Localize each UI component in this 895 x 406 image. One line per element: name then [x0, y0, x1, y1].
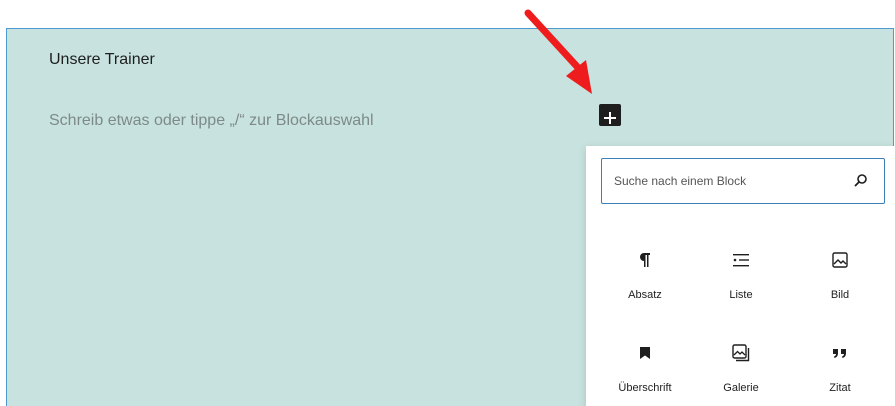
block-label-gallery: Galerie — [723, 382, 759, 394]
block-item-paragraph[interactable]: Absatz — [600, 238, 690, 308]
paragraph-placeholder[interactable]: Schreib etwas oder tippe „/“ zur Blockau… — [49, 112, 374, 130]
gallery-icon — [732, 344, 750, 362]
image-icon — [832, 252, 848, 268]
block-label-list: Liste — [729, 289, 753, 301]
block-item-list[interactable]: Liste — [696, 238, 786, 308]
paragraph-icon — [640, 253, 650, 267]
block-label-image: Bild — [830, 289, 850, 301]
block-inserter-toggle[interactable] — [599, 104, 621, 126]
block-label-quote: Zitat — [829, 382, 851, 394]
quote-icon — [833, 349, 846, 358]
block-item-gallery[interactable]: Galerie — [696, 331, 786, 401]
group-heading[interactable]: Unsere Trainer — [49, 51, 155, 69]
block-label-heading: Überschrift — [618, 382, 672, 394]
block-inserter-panel: Absatz Liste — [586, 146, 895, 406]
block-search-input[interactable] — [614, 159, 844, 202]
block-item-heading[interactable]: Überschrift — [600, 331, 690, 401]
block-search — [601, 158, 885, 204]
block-label-paragraph: Absatz — [628, 289, 662, 301]
plus-icon — [604, 111, 616, 124]
block-item-quote[interactable]: Zitat — [795, 331, 885, 401]
bookmark-icon — [640, 347, 650, 359]
block-item-image[interactable]: Bild — [795, 238, 885, 308]
search-icon — [854, 174, 867, 187]
list-icon — [733, 254, 749, 267]
editor-canvas: Unsere Trainer Schreib etwas oder tippe … — [0, 0, 895, 406]
